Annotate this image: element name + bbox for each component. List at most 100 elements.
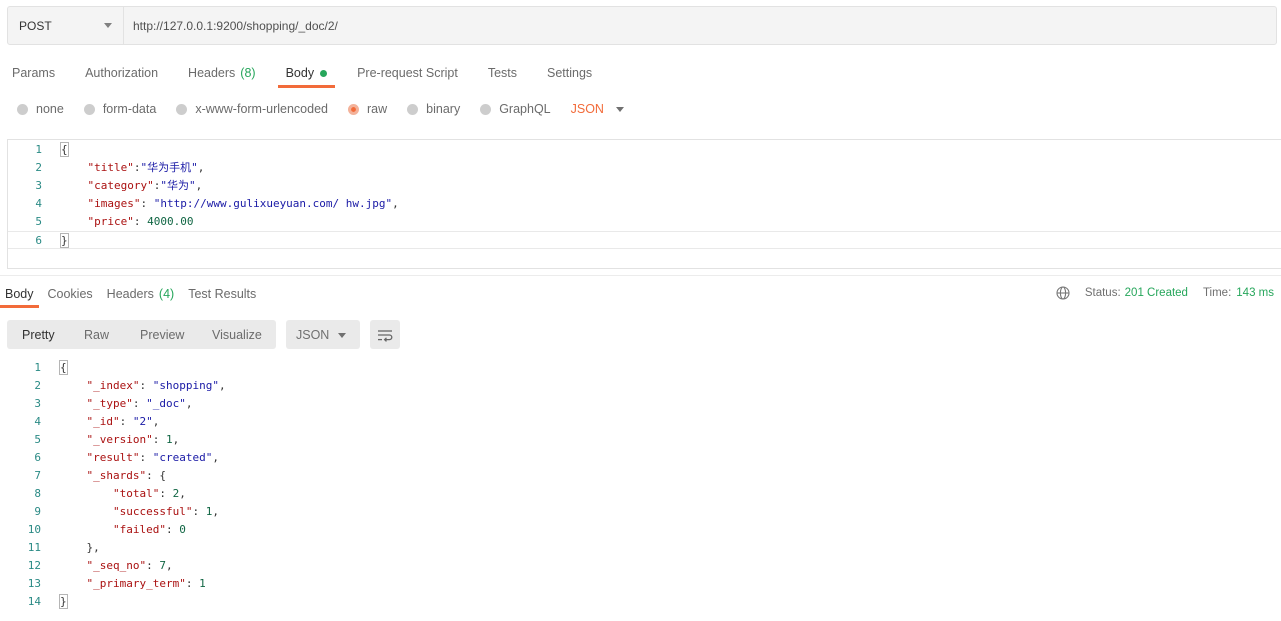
tab-label: Body bbox=[5, 287, 34, 301]
line-number: 9 bbox=[34, 505, 41, 518]
method-label: POST bbox=[19, 18, 52, 33]
tab-label: Headers bbox=[106, 287, 154, 301]
line-number: 3 bbox=[34, 397, 41, 410]
radio-label: GraphQL bbox=[499, 102, 551, 116]
line-number: 5 bbox=[34, 433, 41, 446]
radio-label: binary bbox=[426, 102, 461, 116]
view-visualize-button[interactable]: Visualize bbox=[197, 320, 276, 349]
radio-unchecked-icon bbox=[407, 103, 419, 115]
radio-binary[interactable]: binary bbox=[407, 102, 460, 116]
tab-tests[interactable]: Tests bbox=[476, 58, 529, 88]
code-text: { bbox=[59, 360, 68, 375]
modified-dot-icon bbox=[320, 69, 328, 77]
line-number: 10 bbox=[27, 523, 41, 536]
line-number: 14 bbox=[27, 595, 41, 608]
code-line: 14} bbox=[7, 593, 1277, 611]
radio-label: raw bbox=[367, 102, 388, 116]
response-format-label: JSON bbox=[296, 327, 330, 342]
time-label: Time: bbox=[1202, 287, 1232, 299]
tab-params[interactable]: Params bbox=[0, 58, 67, 88]
line-number: 1 bbox=[34, 361, 41, 374]
code-text: "successful": 1, bbox=[112, 505, 219, 518]
view-pretty-button[interactable]: Pretty bbox=[7, 320, 69, 349]
response-tab-body[interactable]: Body bbox=[0, 280, 39, 308]
radio-unchecked-icon bbox=[83, 103, 95, 115]
time-value[interactable]: 143 ms bbox=[1236, 287, 1274, 299]
code-text: "_version": 1, bbox=[86, 433, 180, 446]
code-text: "_type": "_doc", bbox=[86, 397, 193, 410]
line-number: 8 bbox=[34, 487, 41, 500]
tab-authorization[interactable]: Authorization bbox=[73, 58, 170, 88]
globe-icon[interactable] bbox=[1056, 286, 1070, 300]
line-number: 7 bbox=[34, 469, 41, 482]
body-language-select[interactable]: JSON bbox=[571, 102, 624, 116]
line-number: 3 bbox=[35, 179, 42, 192]
code-line: 9 "successful": 1, bbox=[7, 503, 1277, 521]
code-line: 2 "_index": "shopping", bbox=[7, 377, 1277, 395]
line-number: 2 bbox=[34, 379, 41, 392]
code-text: { bbox=[60, 142, 69, 157]
request-tabs: Params Authorization Headers (8) Body Pre-req… bbox=[0, 58, 610, 88]
radio-x-www-form-urlencoded[interactable]: x-www-form-urlencoded bbox=[176, 102, 328, 116]
code-line: 12 "_seq_no": 7, bbox=[7, 557, 1277, 575]
code-text: } bbox=[60, 233, 69, 248]
code-text: } bbox=[59, 594, 68, 609]
tab-settings[interactable]: Settings bbox=[535, 58, 604, 88]
code-line: 3 "category":"华为", bbox=[8, 177, 1281, 195]
line-number: 2 bbox=[35, 161, 42, 174]
tab-body[interactable]: Body bbox=[274, 58, 340, 88]
line-number: 11 bbox=[27, 541, 41, 554]
response-tab-cookies[interactable]: Cookies bbox=[43, 280, 98, 308]
response-tab-headers[interactable]: Headers (4) bbox=[102, 280, 180, 308]
code-text: "_index": "shopping", bbox=[86, 379, 226, 392]
radio-label: form-data bbox=[102, 102, 157, 116]
code-line: 1{ bbox=[7, 359, 1277, 377]
code-line: 10 "failed": 0 bbox=[7, 521, 1277, 539]
radio-label: none bbox=[36, 102, 64, 116]
code-line: 3 "_type": "_doc", bbox=[7, 395, 1277, 413]
tab-headers[interactable]: Headers (8) bbox=[176, 58, 268, 88]
view-preview-button[interactable]: Preview bbox=[125, 320, 197, 349]
code-text: "_seq_no": 7, bbox=[86, 559, 173, 572]
radio-unchecked-icon bbox=[17, 103, 28, 115]
tab-label: Settings bbox=[547, 66, 593, 80]
body-type-radios: none form-data x-www-form-urlencoded raw bin… bbox=[0, 97, 624, 121]
radio-unchecked-icon bbox=[176, 103, 188, 115]
line-number: 6 bbox=[34, 451, 41, 464]
code-text: "failed": 0 bbox=[112, 523, 186, 536]
radio-raw[interactable]: raw bbox=[348, 102, 387, 116]
status-value[interactable]: 201 Created bbox=[1125, 287, 1188, 299]
tab-pre-request-script[interactable]: Pre-request Script bbox=[345, 58, 470, 88]
code-text: "price": 4000.00 bbox=[87, 215, 194, 228]
chevron-down-icon bbox=[615, 106, 624, 112]
pane-divider[interactable] bbox=[0, 275, 1281, 276]
radio-unchecked-icon bbox=[480, 103, 492, 115]
response-format-select[interactable]: JSON bbox=[286, 320, 360, 349]
line-number: 6 bbox=[35, 234, 42, 247]
url-input[interactable]: http://127.0.0.1:9200/shopping/_doc/2/ bbox=[124, 7, 1276, 44]
radio-label: x-www-form-urlencoded bbox=[195, 102, 328, 116]
code-text: "total": 2, bbox=[112, 487, 186, 500]
tab-label: Body bbox=[285, 66, 315, 80]
radio-none[interactable]: none bbox=[17, 102, 64, 116]
radio-form-data[interactable]: form-data bbox=[83, 102, 157, 116]
tab-label: Pre-request Script bbox=[357, 66, 458, 80]
request-body-editor[interactable]: 1{2 "title":"华为手机", 3 "category":"华为", 4 "… bbox=[7, 139, 1281, 269]
tab-label: Params bbox=[12, 66, 56, 80]
response-body-viewer[interactable]: 1{2 "_index": "shopping", 3 "_type": "_do… bbox=[7, 358, 1277, 618]
tab-label: Test Results bbox=[188, 287, 257, 301]
line-number: 4 bbox=[35, 197, 42, 210]
response-status: Status: 201 Created Time: 143 ms bbox=[1056, 283, 1274, 303]
code-line: 6} bbox=[8, 231, 1281, 249]
wrap-lines-button[interactable] bbox=[370, 320, 400, 349]
view-raw-button[interactable]: Raw bbox=[69, 320, 125, 349]
radio-graphql[interactable]: GraphQL bbox=[480, 102, 551, 116]
response-tab-test-results[interactable]: Test Results bbox=[183, 280, 261, 308]
code-text: }, bbox=[60, 541, 100, 554]
code-line: 8 "total": 2, bbox=[7, 485, 1277, 503]
tab-label: Authorization bbox=[85, 66, 159, 80]
method-select[interactable]: POST bbox=[8, 7, 124, 44]
code-line: 6 "result": "created", bbox=[7, 449, 1277, 467]
request-url-bar: POST http://127.0.0.1:9200/shopping/_doc… bbox=[7, 6, 1277, 45]
line-number: 13 bbox=[27, 577, 41, 590]
